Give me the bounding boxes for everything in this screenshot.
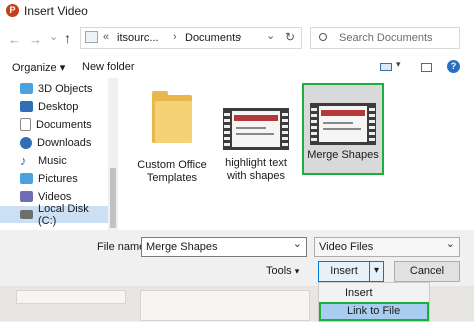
view-options-arrow-icon[interactable]: ▾ [396, 59, 401, 70]
file-label: Merge Shapes [307, 149, 379, 161]
window-title: Insert Video [24, 4, 88, 18]
background-slide-thumbnail [16, 290, 126, 304]
sidebar-item-label: Desktop [38, 100, 79, 113]
sidebar-item-label: Downloads [37, 136, 92, 149]
breadcrumb-separator-2[interactable]: › [238, 31, 242, 43]
up-icon[interactable]: ↑ [64, 30, 71, 46]
tools-label: Tools [266, 265, 292, 277]
computer-icon [85, 31, 98, 43]
menu-item-insert[interactable]: Insert [319, 284, 429, 302]
file-item-custom-office-templates[interactable]: Custom Office Templates [130, 83, 214, 185]
navigation-pane: 3D Objects Desktop Documents Downloads ♪… [0, 78, 118, 230]
filetype-select[interactable]: Video Files ⌄ [314, 237, 460, 257]
music-icon: ♪ [20, 153, 27, 168]
organize-button[interactable]: Organize ▾ [12, 61, 65, 74]
downloads-icon [20, 136, 32, 149]
address-dropdown-icon[interactable]: ⌄ [266, 29, 275, 42]
breadcrumb-documents[interactable]: Documents [185, 32, 241, 44]
refresh-icon[interactable]: ↻ [285, 30, 295, 44]
sidebar-item-local-disk[interactable]: Local Disk (C:) [0, 203, 110, 227]
back-icon[interactable]: ← [8, 32, 21, 47]
file-label: highlight text with shapes [225, 157, 287, 182]
filename-input[interactable]: Merge Shapes ⌄ [141, 237, 307, 257]
filename-dropdown-icon[interactable]: ⌄ [293, 235, 302, 253]
file-label: Custom Office Templates [137, 159, 207, 184]
title-bar: P Insert Video [0, 0, 474, 22]
sidebar-item-label: Local Disk (C:) [37, 202, 89, 227]
organize-label: Organize [12, 62, 57, 74]
help-icon[interactable]: ? [447, 60, 460, 73]
sidebar-item-pictures[interactable]: Pictures [20, 170, 116, 187]
preview-pane-icon[interactable] [421, 63, 432, 72]
filetype-value: Video Files [319, 241, 374, 253]
insert-split-button[interactable]: Insert ▾ [318, 261, 384, 282]
chevrons-icon[interactable]: « [103, 31, 109, 43]
sidebar-item-label: Documents [36, 118, 92, 131]
organize-arrow-icon: ▾ [59, 62, 66, 74]
folder-icon [152, 91, 192, 143]
sidebar-item-documents[interactable]: Documents [20, 116, 116, 133]
cancel-button[interactable]: Cancel [394, 261, 460, 282]
scrollbar-thumb[interactable] [110, 168, 116, 228]
pictures-icon [20, 173, 33, 184]
video-thumbnail-icon [310, 103, 376, 145]
filetype-dropdown-icon[interactable]: ⌄ [446, 235, 455, 253]
insert-button[interactable]: Insert [319, 262, 369, 281]
video-thumbnail-icon [223, 108, 289, 150]
navigation-bar: ← → ⌄ ↑ « itsourc... › Documents › ⌄ ↻ S… [0, 22, 474, 56]
search-icon [319, 33, 327, 41]
powerpoint-icon: P [6, 4, 19, 17]
search-input[interactable]: Search Documents [339, 32, 433, 44]
new-folder-button[interactable]: New folder [82, 61, 135, 73]
filename-value: Merge Shapes [146, 241, 218, 253]
file-item-merge-shapes[interactable]: Merge Shapes [302, 83, 384, 175]
sidebar-item-desktop[interactable]: Desktop [20, 98, 116, 115]
file-list: Custom Office Templates highlight text w… [118, 78, 474, 230]
tools-button[interactable]: Tools ▾ [266, 265, 299, 277]
videos-icon [20, 191, 33, 202]
background-slide-canvas [140, 290, 310, 321]
sidebar-item-downloads[interactable]: Downloads [20, 134, 116, 151]
breadcrumb-itsource[interactable]: itsourc... [117, 32, 159, 44]
file-item-highlight-text[interactable]: highlight text with shapes [214, 83, 298, 183]
insert-options-menu: Insert Link to File [318, 282, 430, 322]
desktop-icon [20, 101, 33, 112]
command-toolbar: Organize ▾ New folder ▾ ? [0, 56, 474, 78]
sidebar-item-label: Music [38, 154, 67, 167]
drive-icon [20, 210, 33, 219]
sidebar-item-label: Videos [38, 190, 72, 203]
sidebar-item-3d-objects[interactable]: 3D Objects [20, 80, 116, 97]
sidebar-item-label: 3D Objects [38, 82, 93, 95]
3d-objects-icon [20, 83, 33, 94]
documents-icon [20, 118, 31, 131]
breadcrumb-separator[interactable]: › [173, 31, 177, 43]
sidebar-scrollbar[interactable] [108, 78, 118, 230]
address-bar[interactable]: « itsourc... › Documents › ⌄ ↻ [80, 27, 302, 49]
menu-item-link-to-file[interactable]: Link to File [319, 302, 429, 321]
tools-arrow-icon: ▾ [294, 266, 300, 276]
recent-locations-icon[interactable]: ⌄ [49, 30, 58, 43]
change-view-icon[interactable] [380, 63, 392, 71]
sidebar-item-music[interactable]: ♪ Music [20, 152, 116, 169]
insert-options-arrow-icon[interactable]: ▾ [369, 261, 383, 282]
search-box[interactable]: Search Documents [310, 27, 460, 49]
forward-icon[interactable]: → [29, 32, 42, 47]
sidebar-item-label: Pictures [38, 172, 78, 185]
